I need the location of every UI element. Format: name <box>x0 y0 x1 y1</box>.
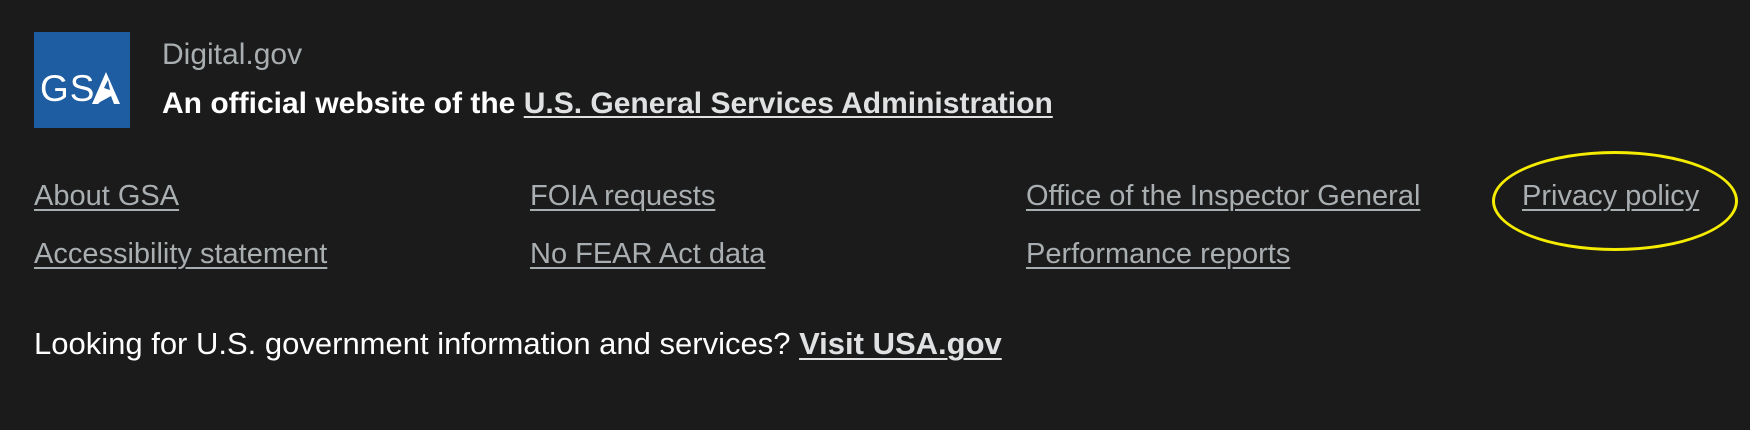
about-gsa-link[interactable]: About GSA <box>34 176 179 216</box>
svg-text:GS: GS <box>40 68 95 109</box>
gsa-star-icon: GS <box>40 68 120 109</box>
usagov-prompt: Looking for U.S. government information … <box>34 326 800 361</box>
performance-reports-link[interactable]: Performance reports <box>1026 234 1290 274</box>
gsa-logo[interactable]: GS <box>34 32 130 128</box>
footer-links-row-2: Accessibility statement No FEAR Act data… <box>34 234 1734 292</box>
official-website-statement: An official website of the U.S. General … <box>162 86 1053 122</box>
accessibility-statement-link[interactable]: Accessibility statement <box>34 234 327 274</box>
privacy-policy-link[interactable]: Privacy policy <box>1522 176 1699 216</box>
no-fear-act-link[interactable]: No FEAR Act data <box>530 234 765 274</box>
usagov-banner: Looking for U.S. government information … <box>34 322 1002 366</box>
official-prefix: An official website of the <box>162 87 524 120</box>
foia-requests-link[interactable]: FOIA requests <box>530 176 715 216</box>
site-name: Digital.gov <box>162 38 303 71</box>
footer-links: About GSA FOIA requests Office of the In… <box>34 176 1734 292</box>
visit-usagov-link[interactable]: Visit USA.gov <box>799 326 1002 361</box>
gsa-agency-link[interactable]: U.S. General Services Administration <box>524 87 1053 120</box>
footer-links-row-1: About GSA FOIA requests Office of the In… <box>34 176 1734 234</box>
inspector-general-link[interactable]: Office of the Inspector General <box>1026 176 1420 216</box>
agency-identifier: GS Digital.gov An official website of th… <box>34 32 1053 128</box>
